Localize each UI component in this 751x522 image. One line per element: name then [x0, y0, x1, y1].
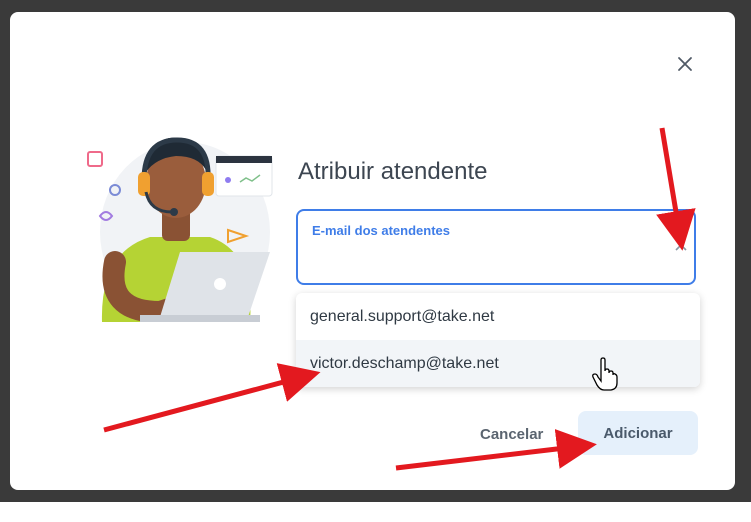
assign-attendant-dialog: Atribuir atendente E-mail dos atendentes… — [10, 12, 735, 490]
attendant-email-field[interactable]: E-mail dos atendentes — [296, 209, 696, 285]
attendant-email-input[interactable] — [310, 249, 654, 275]
chevron-up-icon[interactable] — [674, 239, 688, 251]
hand-pointer-icon — [592, 357, 618, 391]
add-button[interactable]: Adicionar — [578, 411, 698, 455]
dialog-title: Atribuir atendente — [298, 158, 488, 185]
field-label: E-mail dos atendentes — [312, 223, 450, 238]
attendant-dropdown-list: general.support@take.net victor.deschamp… — [296, 293, 700, 387]
dropdown-option[interactable]: general.support@take.net — [296, 293, 700, 340]
close-icon[interactable] — [673, 52, 697, 76]
cancel-button[interactable]: Cancelar — [480, 417, 543, 451]
dropdown-option[interactable]: victor.deschamp@take.net — [296, 340, 700, 387]
support-agent-illustration — [80, 112, 280, 324]
